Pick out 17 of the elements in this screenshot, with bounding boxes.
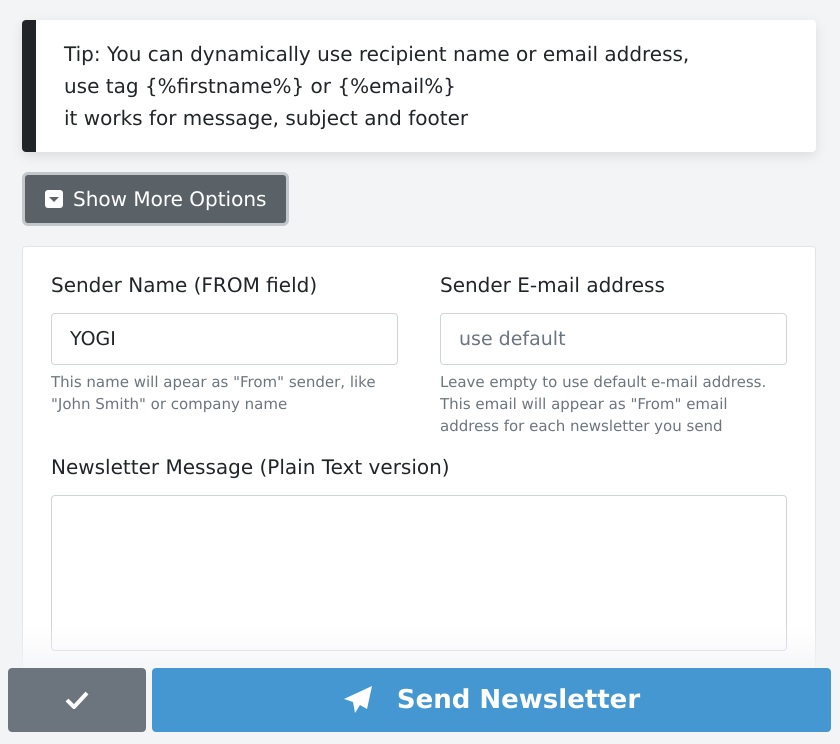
- help-text: Leave empty to use default e-mail address. This email will appear as "From" email address for each newsletter you send: [440, 372, 768, 437]
- text-field[interactable]: use default: [440, 313, 787, 365]
- confirm-button[interactable]: [8, 668, 146, 732]
- field-label: Sender E-mail address: [440, 273, 666, 297]
- check-icon: [65, 691, 89, 709]
- caret-down-icon: [45, 190, 63, 208]
- tip-text: it works for message, subject and footer: [64, 105, 470, 132]
- message-field[interactable]: [51, 495, 787, 651]
- show-more-options-button[interactable]: Show More Options: [22, 172, 290, 226]
- help-text: This name will apear as "From" sender, like "John Smith" or company name: [51, 372, 377, 415]
- text-field[interactable]: YOGI: [51, 313, 398, 365]
- field-label: Sender Name (FROM field): [51, 273, 318, 297]
- paper-plane-icon: [342, 685, 373, 715]
- tip-text: use tag {%firstname%} or {%email%}: [64, 73, 457, 100]
- tip-text: Tip: You can dynamically use recipient name or email address,: [64, 41, 690, 68]
- field-label: Newsletter Message (Plain Text version): [51, 455, 451, 479]
- send-newsletter-button[interactable]: Send Newsletter: [152, 668, 831, 732]
